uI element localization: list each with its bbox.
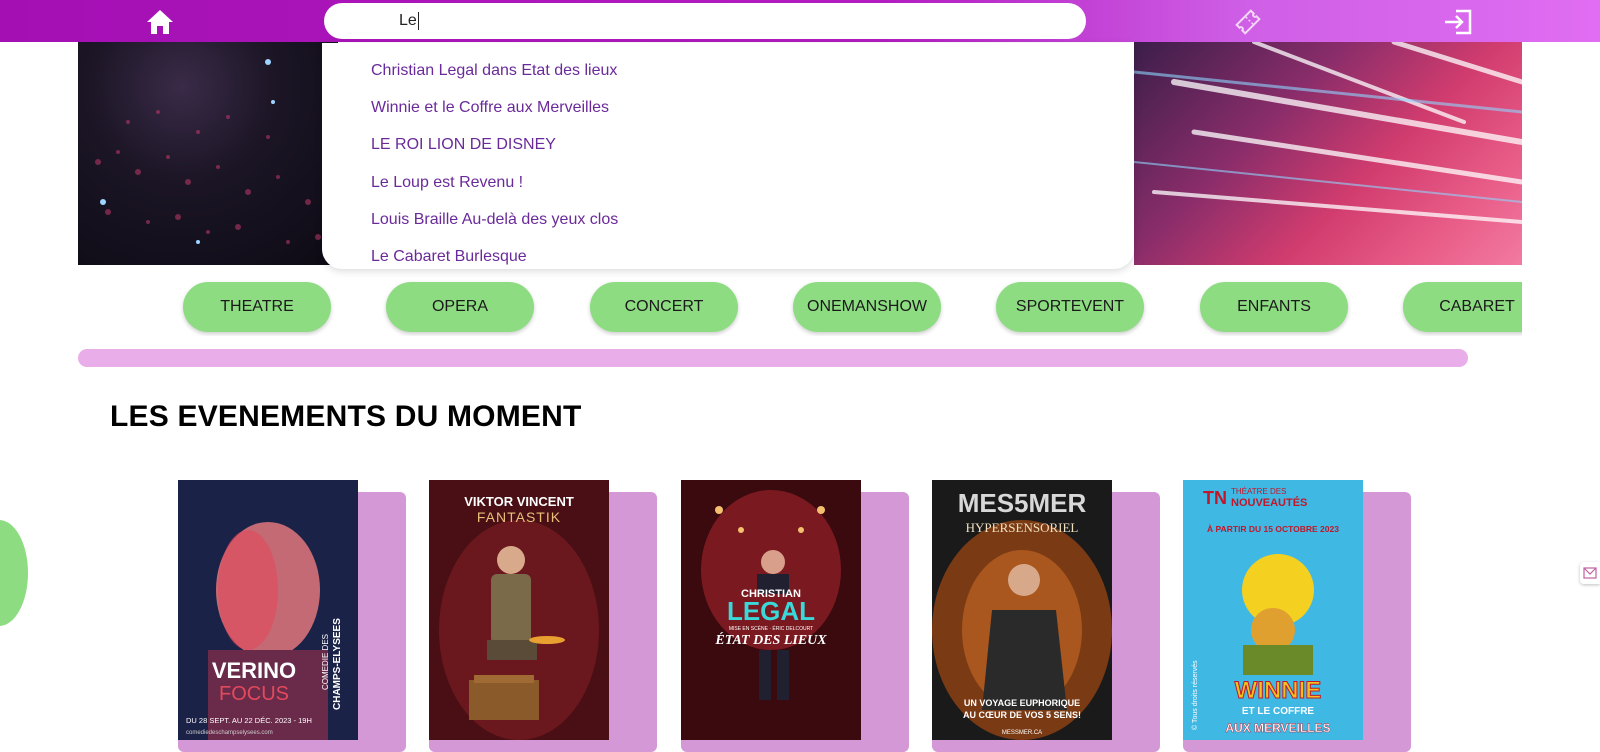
poster-subtitle: HYPERSENSORIEL [966,520,1079,535]
login-icon[interactable] [1442,6,1474,38]
poster-title: WINNIE [1235,677,1322,704]
poster-url: comediedeschampselysees.com [186,730,273,736]
event-card-viktor-vincent[interactable]: VIKTOR VINCENT FANTASTIK [429,480,657,752]
search-suggestions-dropdown: Christian Legal dans Etat des lieux Winn… [322,43,1134,269]
suggestion-item[interactable]: Le Cabaret Burlesque [322,238,1134,275]
poster-venue-2: NOUVEAUTÉS [1231,496,1307,509]
poster-subtitle: ET LE COFFRE [1242,706,1315,717]
poster-tagline-1: UN VOYAGE EUPHORIQUE [964,698,1080,708]
event-card-christian-legal[interactable]: CHRISTIAN LEGAL MISE EN SCÈNE · ÉRIC DEL… [681,480,909,752]
search-input[interactable]: Le [324,3,1086,39]
home-icon[interactable] [144,6,176,38]
banner-crowd-image [78,42,338,265]
category-carousel: THEATRE OPERA CONCERT ONEMANSHOW SPORTEV… [78,276,1522,336]
category-scrollbar[interactable] [78,349,1468,367]
suggestion-item[interactable]: LE ROI LION DE DISNEY [322,127,1134,164]
category-sportevent[interactable]: SPORTEVENT [996,282,1144,332]
top-navigation-bar: Le [0,0,1600,42]
ticket-icon[interactable] [1232,6,1264,38]
poster-subtitle: LEGAL [727,596,815,626]
category-theatre[interactable]: THEATRE [183,282,331,332]
poster-venue: THÉATRE DES [1231,487,1286,496]
search-query-text: Le [399,12,417,29]
event-poster[interactable]: MES5MER HYPERSENSORIEL UN VOYAGE EUPHORI… [932,480,1112,740]
event-poster[interactable]: VERINO FOCUS COMEDIE DES CHAMPS-ELYSEES … [178,480,358,740]
poster-subtitle: FOCUS [219,683,289,705]
event-poster[interactable]: CHRISTIAN LEGAL MISE EN SCÈNE · ÉRIC DEL… [681,480,861,740]
event-card-verino[interactable]: VERINO FOCUS COMEDIE DES CHAMPS-ELYSEES … [178,480,406,752]
suggestion-item[interactable]: Louis Braille Au-delà des yeux clos [322,201,1134,238]
suggestion-item[interactable]: Winnie et le Coffre aux Merveilles [322,89,1134,126]
mail-icon[interactable] [1580,562,1600,584]
poster-title: VIKTOR VINCENT [464,494,574,509]
poster-date: À PARTIR DU 15 OCTOBRE 2023 [1207,524,1339,534]
poster-credits: MISE EN SCÈNE · ÉRIC DELCOURT [729,625,813,632]
category-cabaret[interactable]: CABARET [1403,282,1522,332]
poster-dates: DU 28 SEPT. AU 22 DÉC. 2023 - 19H [186,716,312,725]
event-poster[interactable]: VIKTOR VINCENT FANTASTIK [429,480,609,740]
floating-action-bubble[interactable] [0,520,28,626]
event-poster[interactable]: TN THÉATRE DES NOUVEAUTÉS À PARTIR DU 15… [1183,480,1363,740]
poster-venue-2: CHAMPS-ELYSEES [332,618,343,710]
category-enfants[interactable]: ENFANTS [1200,282,1348,332]
section-title: LES EVENEMENTS DU MOMENT [110,400,582,433]
text-caret [417,12,419,30]
poster-tagline: ÉTAT DES LIEUX [714,631,827,648]
category-concert[interactable]: CONCERT [590,282,738,332]
poster-venue: COMEDIE DES [321,634,330,690]
banner-stage-lights-image [1133,42,1522,265]
poster-tagline-2: AU CŒUR DE VOS 5 SENS! [963,710,1081,720]
poster-brand: TN [1203,488,1227,508]
poster-subtitle: FANTASTIK [477,509,561,525]
poster-rights: © Tous droits réservés [1191,660,1199,730]
event-card-messmer[interactable]: MES5MER HYPERSENSORIEL UN VOYAGE EUPHORI… [932,480,1160,752]
suggestion-item[interactable]: Le Loup est Revenu ! [322,164,1134,201]
event-card-winnie[interactable]: TN THÉATRE DES NOUVEAUTÉS À PARTIR DU 15… [1183,480,1411,752]
poster-title: VERINO [212,658,296,683]
poster-subtitle-2: AUX MERVEILLES [1225,721,1330,735]
category-opera[interactable]: OPERA [386,282,534,332]
suggestion-item[interactable]: Christian Legal dans Etat des lieux [322,52,1134,89]
poster-title: MES5MER [958,488,1087,518]
category-onemanshow[interactable]: ONEMANSHOW [793,282,941,332]
poster-url: MESSMER.CA [1002,730,1042,736]
